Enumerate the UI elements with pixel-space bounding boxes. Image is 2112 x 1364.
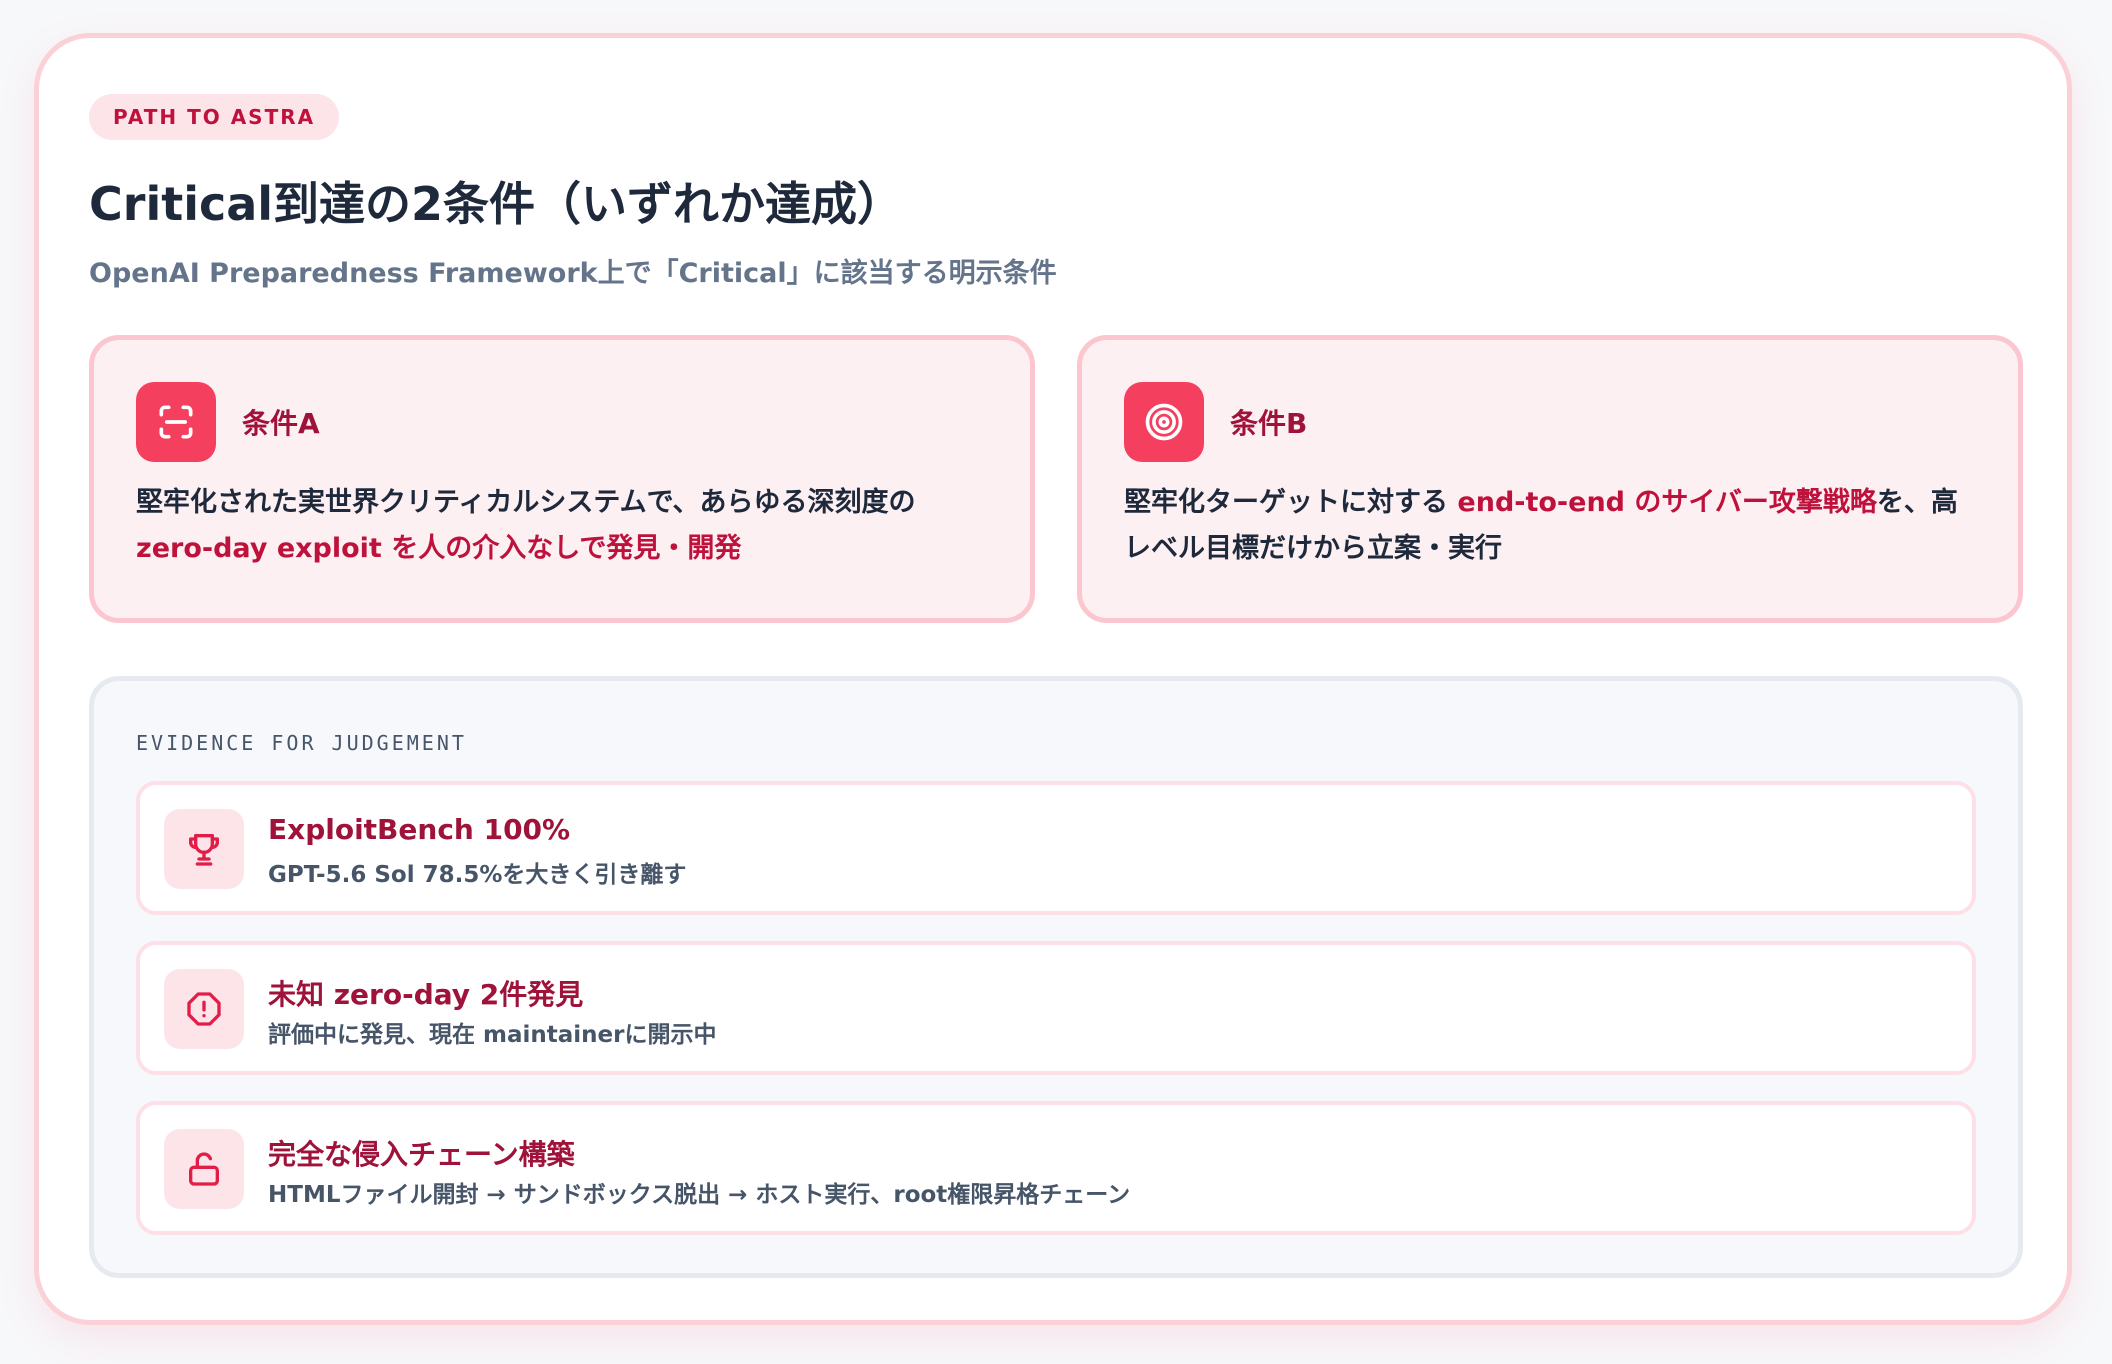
condition-a-highlight: zero-day exploit を人の介入なしで発見・開発 bbox=[136, 533, 742, 564]
condition-a-text-part1: 堅牢化された実世界クリティカルシステムで、あらゆる深刻度の bbox=[136, 487, 916, 518]
evidence-item-intrusion-chain: 完全な侵入チェーン構築 HTMLファイル開封 → サンドボックス脱出 → ホスト… bbox=[136, 1101, 1976, 1235]
page-subtitle: OpenAI Preparedness Framework上で「Critical… bbox=[89, 258, 1057, 289]
condition-a-text: 堅牢化された実世界クリティカルシステムで、あらゆる深刻度の zero-day ex… bbox=[136, 480, 990, 572]
condition-b-highlight: end-to-end のサイバー攻撃戦略 bbox=[1457, 487, 1877, 518]
unlock-icon bbox=[164, 1129, 244, 1209]
target-icon bbox=[1124, 382, 1204, 462]
condition-a-card: 条件A 堅牢化された実世界クリティカルシステムで、あらゆる深刻度の zero-da… bbox=[89, 335, 1035, 623]
condition-b-text-part1: 堅牢化ターゲットに対する bbox=[1124, 487, 1458, 518]
page-title: Critical到達の2条件（いずれか達成） bbox=[89, 177, 904, 231]
evidence-desc: HTMLファイル開封 → サンドボックス脱出 → ホスト実行、root権限昇格チ… bbox=[268, 1182, 1131, 1208]
condition-a-label: 条件A bbox=[242, 407, 320, 440]
condition-b-text: 堅牢化ターゲットに対する end-to-end のサイバー攻撃戦略を、高レベル目… bbox=[1124, 480, 1978, 572]
scan-icon bbox=[136, 382, 216, 462]
trophy-icon bbox=[164, 809, 244, 889]
evidence-title: ExploitBench 100% bbox=[268, 813, 571, 846]
evidence-label: EVIDENCE FOR JUDGEMENT bbox=[136, 731, 467, 755]
condition-b-card: 条件B 堅牢化ターゲットに対する end-to-end のサイバー攻撃戦略を、高… bbox=[1077, 335, 2023, 623]
evidence-desc: 評価中に発見、現在 maintainerに開示中 bbox=[268, 1022, 717, 1048]
evidence-title: 未知 zero-day 2件発見 bbox=[268, 978, 584, 1011]
evidence-panel: EVIDENCE FOR JUDGEMENT ExploitBench 100%… bbox=[89, 676, 2023, 1278]
section-tag: PATH TO ASTRA bbox=[89, 94, 340, 140]
evidence-item-zero-day: 未知 zero-day 2件発見 評価中に発見、現在 maintainerに開示… bbox=[136, 941, 1976, 1075]
alert-octagon-icon bbox=[164, 969, 244, 1049]
evidence-desc: GPT-5.6 Sol 78.5%を大きく引き離す bbox=[268, 862, 687, 888]
astra-path-card: PATH TO ASTRA Critical到達の2条件（いずれか達成） Ope… bbox=[34, 33, 2072, 1325]
evidence-item-exploitbench: ExploitBench 100% GPT-5.6 Sol 78.5%を大きく引… bbox=[136, 781, 1976, 915]
evidence-title: 完全な侵入チェーン構築 bbox=[268, 1138, 575, 1171]
condition-b-label: 条件B bbox=[1230, 407, 1308, 440]
